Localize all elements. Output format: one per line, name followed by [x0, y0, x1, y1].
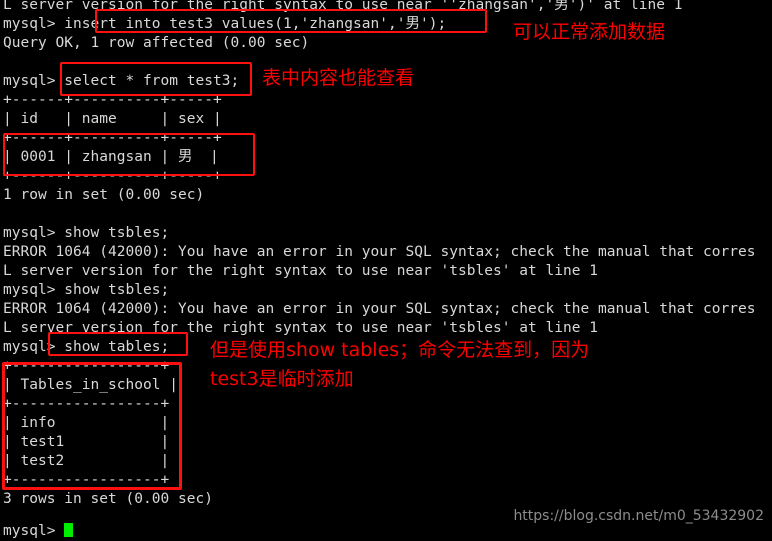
terminal-line: mysql> show tsbles; — [3, 282, 170, 298]
terminal-line: | 0001 | zhangsan | 男 | — [3, 149, 219, 165]
terminal-line: +------+----------+-----+ — [3, 92, 222, 108]
terminal-line: mysql> show tsbles; — [3, 225, 170, 241]
prompt-label: mysql> — [3, 523, 65, 539]
terminal-line: +-----------------+ — [3, 358, 170, 374]
terminal-line: 3 rows in set (0.00 sec) — [3, 491, 213, 507]
terminal-line: ERROR 1064 (42000): You have an error in… — [3, 301, 756, 317]
anno-show-tables: 但是使用show tables；命令无法查到，因为 test3是临时添加 — [210, 339, 590, 390]
terminal-line: | Tables_in_school | — [3, 377, 178, 393]
terminal-line: | info | — [3, 415, 170, 431]
terminal-prompt[interactable]: mysql> — [3, 522, 74, 541]
terminal-line: | test1 | — [3, 434, 170, 450]
terminal-line: 1 row in set (0.00 sec) — [3, 187, 205, 203]
terminal-line: Query OK, 1 row affected (0.00 sec) — [3, 35, 310, 51]
terminal-line: ERROR 1064 (42000): You have an error in… — [3, 244, 756, 260]
watermark: https://blog.csdn.net/m0_53432902 — [513, 508, 764, 524]
anno-select-view: 表中内容也能查看 — [262, 67, 415, 89]
terminal-line: | test2 | — [3, 453, 170, 469]
terminal-line: +-----------------+ — [3, 396, 170, 412]
terminal-line: +------+----------+-----+ — [3, 168, 222, 184]
terminal-line: mysql> show tables; — [3, 339, 170, 355]
terminal-line: +-----------------+ — [3, 472, 170, 488]
terminal-line: +------+----------+-----+ — [3, 130, 222, 146]
terminal-line: L server version for the right syntax to… — [3, 0, 683, 13]
terminal-line: mysql> select * from test3; — [3, 73, 240, 89]
terminal-line: L server version for the right syntax to… — [3, 263, 598, 279]
anno-insert-ok: 可以正常添加数据 — [513, 21, 666, 43]
terminal-line: mysql> insert into test3 values(1,'zhang… — [3, 16, 447, 32]
terminal-line: | id | name | sex | — [3, 111, 222, 127]
text-cursor — [64, 523, 74, 537]
